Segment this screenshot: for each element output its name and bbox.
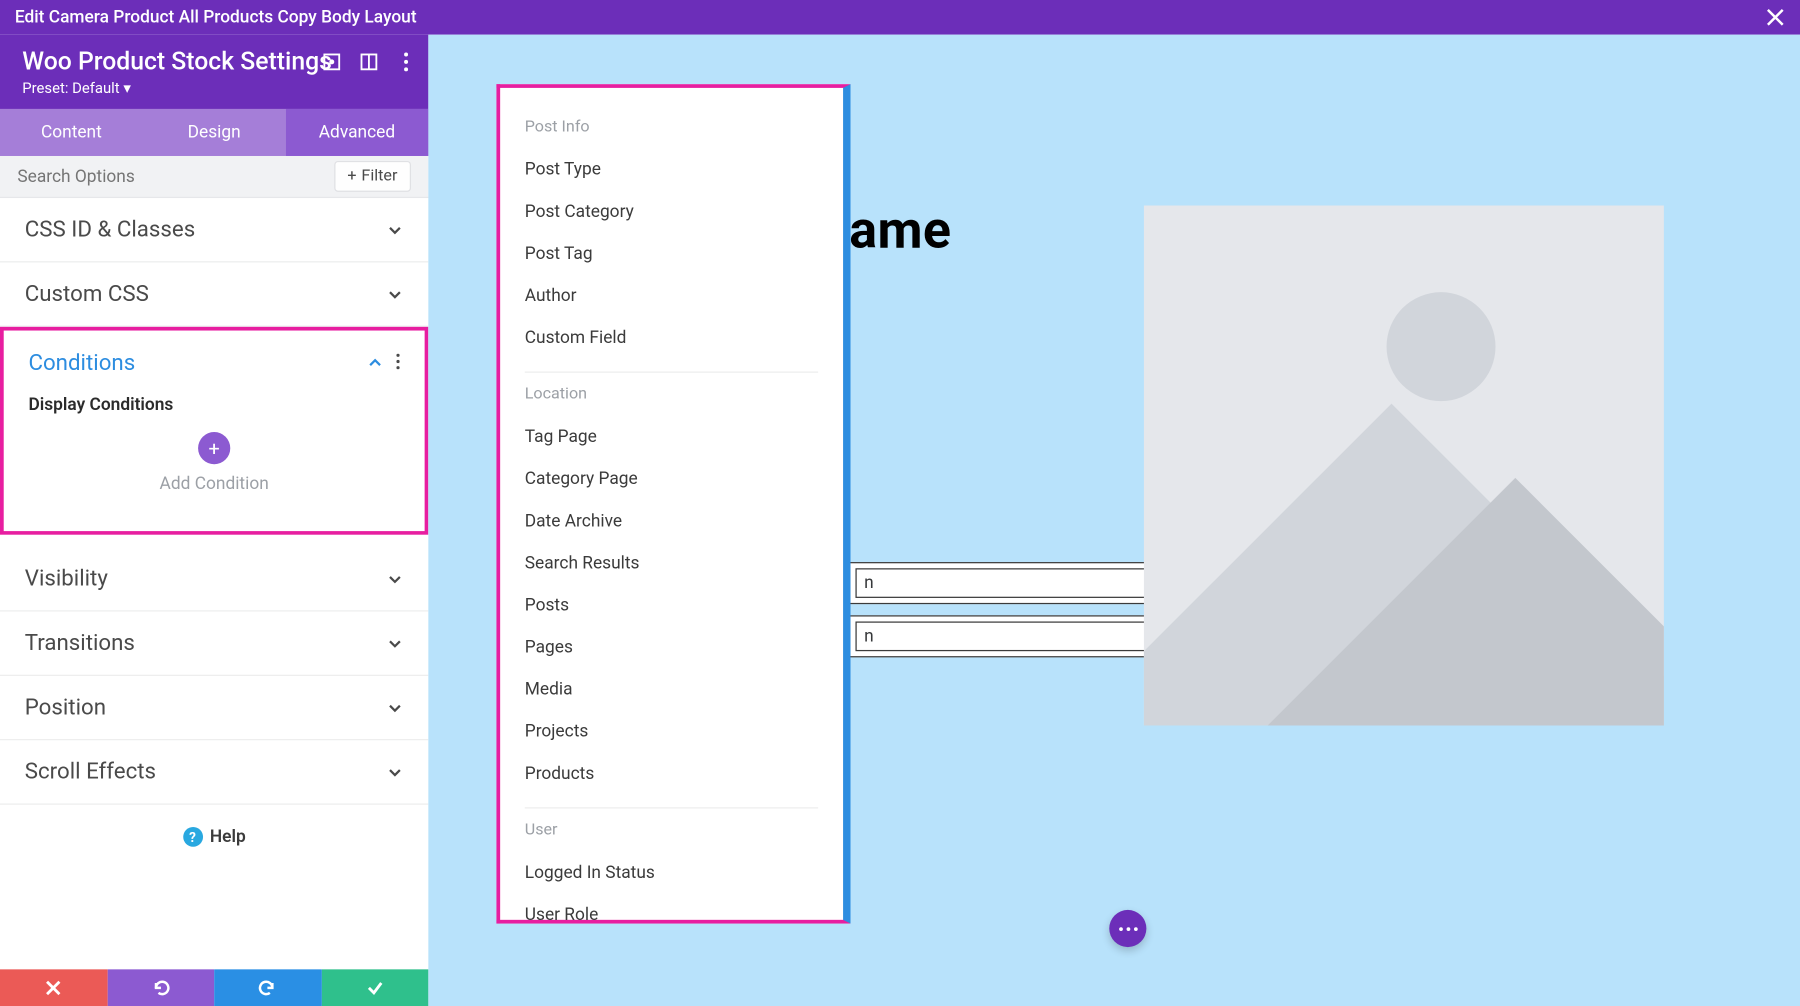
acc-custom-css[interactable]: Custom CSS: [0, 262, 428, 326]
conditions-section: Conditions Display Conditions + Add Cond…: [0, 327, 428, 535]
tab-content[interactable]: Content: [0, 109, 143, 156]
filter-button[interactable]: + Filter: [334, 161, 411, 192]
chevron-down-icon: [386, 763, 403, 780]
more-vert-icon[interactable]: [396, 52, 416, 72]
acc-scroll-effects[interactable]: Scroll Effects: [0, 740, 428, 804]
settings-title: Woo Product Stock Settings: [22, 47, 332, 74]
help-row[interactable]: ? Help: [0, 805, 428, 869]
left-panel: Woo Product Stock Settings Preset: Defau…: [0, 35, 428, 1006]
popover-item[interactable]: Tag Page: [517, 416, 825, 458]
tab-design[interactable]: Design: [143, 109, 286, 156]
acc-transitions[interactable]: Transitions: [0, 612, 428, 676]
help-label: Help: [210, 827, 246, 847]
divider: [525, 371, 818, 372]
acc-visibility[interactable]: Visibility: [0, 547, 428, 611]
product-title: ame: [849, 201, 951, 262]
redo-button[interactable]: [214, 969, 321, 1006]
display-conditions-label: Display Conditions: [28, 395, 399, 415]
page-actions-fab[interactable]: [1109, 910, 1146, 947]
search-input[interactable]: [17, 167, 240, 187]
chevron-down-icon: [386, 285, 403, 302]
preset-label[interactable]: Preset: Default ▾: [22, 79, 332, 96]
popover-item[interactable]: Post Type: [517, 149, 825, 191]
popover-item[interactable]: Pages: [517, 626, 825, 668]
more-vert-icon[interactable]: [396, 351, 400, 375]
popover-item[interactable]: Logged In Status: [517, 852, 825, 894]
settings-bar: Woo Product Stock Settings Preset: Defau…: [0, 35, 428, 109]
columns-icon[interactable]: [359, 52, 379, 72]
popover-item[interactable]: Posts: [517, 584, 825, 626]
footer: [0, 969, 428, 1006]
popover-item[interactable]: Post Category: [517, 191, 825, 233]
top-bar: Edit Camera Product All Products Copy Bo…: [0, 0, 1800, 35]
tabs: Content Design Advanced: [0, 109, 428, 156]
add-condition-label: Add Condition: [160, 474, 269, 494]
save-button[interactable]: [321, 969, 428, 1006]
popover-group-title: User: [525, 821, 818, 840]
acc-conditions[interactable]: Conditions: [4, 331, 425, 395]
popover-item[interactable]: Custom Field: [517, 317, 825, 359]
discard-button[interactable]: [0, 969, 107, 1006]
expand-icon[interactable]: [322, 52, 342, 72]
popover-item[interactable]: Media: [517, 669, 825, 711]
help-icon: ?: [183, 827, 203, 847]
add-condition-button[interactable]: +: [198, 432, 230, 464]
acc-position[interactable]: Position: [0, 676, 428, 740]
filter-label: Filter: [361, 167, 397, 186]
chevron-down-icon: [386, 699, 403, 716]
popover-item[interactable]: Projects: [517, 711, 825, 753]
conditions-popover: Post Info Post TypePost CategoryPost TagA…: [496, 84, 850, 923]
popover-item[interactable]: User Role: [517, 894, 825, 920]
chevron-down-icon: [386, 634, 403, 651]
popover-item[interactable]: Products: [517, 753, 825, 795]
tab-advanced[interactable]: Advanced: [286, 109, 429, 156]
popover-group-title: Post Info: [525, 118, 818, 137]
popover-group-title: Location: [525, 385, 818, 404]
popover-item[interactable]: Post Tag: [517, 233, 825, 275]
chevron-up-icon: [366, 354, 383, 371]
image-placeholder: [1144, 206, 1664, 726]
divider: [525, 807, 818, 808]
search-row: + Filter: [0, 156, 428, 198]
acc-css-id[interactable]: CSS ID & Classes: [0, 198, 428, 262]
popover-item[interactable]: Category Page: [517, 458, 825, 500]
chevron-down-icon: [386, 570, 403, 587]
popover-item[interactable]: Date Archive: [517, 500, 825, 542]
popover-item[interactable]: Search Results: [517, 542, 825, 584]
chevron-down-icon: [386, 221, 403, 238]
undo-button[interactable]: [107, 969, 214, 1006]
close-icon[interactable]: [1765, 7, 1785, 27]
canvas: ame sectetur adipiscing elit. ehicula. S…: [428, 35, 1800, 1006]
top-bar-title: Edit Camera Product All Products Copy Bo…: [15, 7, 417, 27]
popover-item[interactable]: Author: [517, 275, 825, 317]
